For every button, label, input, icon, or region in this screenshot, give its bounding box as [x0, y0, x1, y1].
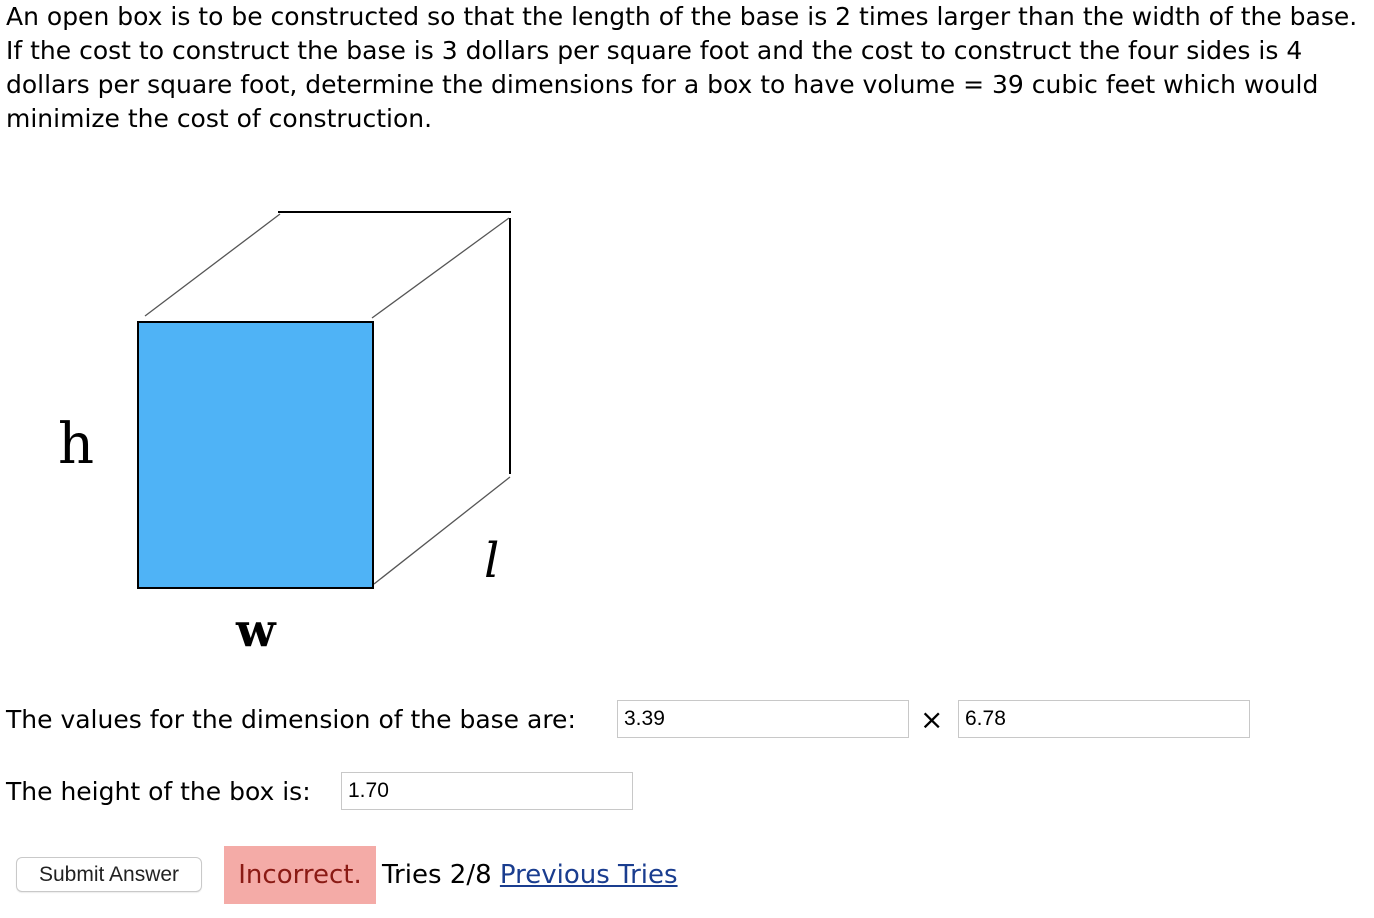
label-w: w — [236, 603, 276, 657]
top-left-edge — [144, 213, 281, 317]
times-icon: × — [920, 703, 944, 736]
base-length-input[interactable]: 6.78 — [958, 700, 1250, 738]
label-l: l — [484, 533, 500, 589]
front-face — [137, 321, 374, 589]
base-dimension-label: The values for the dimension of the base… — [6, 705, 576, 734]
submit-answer-button[interactable]: Submit Answer — [16, 857, 202, 892]
height-input[interactable]: 1.70 — [341, 772, 633, 810]
status-badge: Incorrect. — [224, 846, 376, 904]
label-h: h — [58, 412, 95, 477]
tries-count: Tries 2/8 — [382, 860, 492, 890]
tries-info: Tries 2/8 Previous Tries — [382, 859, 678, 891]
height-label: The height of the box is: — [6, 777, 311, 806]
top-right-edge — [371, 217, 510, 319]
problem-statement: An open box is to be constructed so that… — [6, 2, 1358, 133]
base-width-input[interactable]: 3.39 — [617, 700, 909, 738]
box-diagram: h w l — [0, 190, 560, 664]
previous-tries-link[interactable]: Previous Tries — [500, 860, 678, 890]
